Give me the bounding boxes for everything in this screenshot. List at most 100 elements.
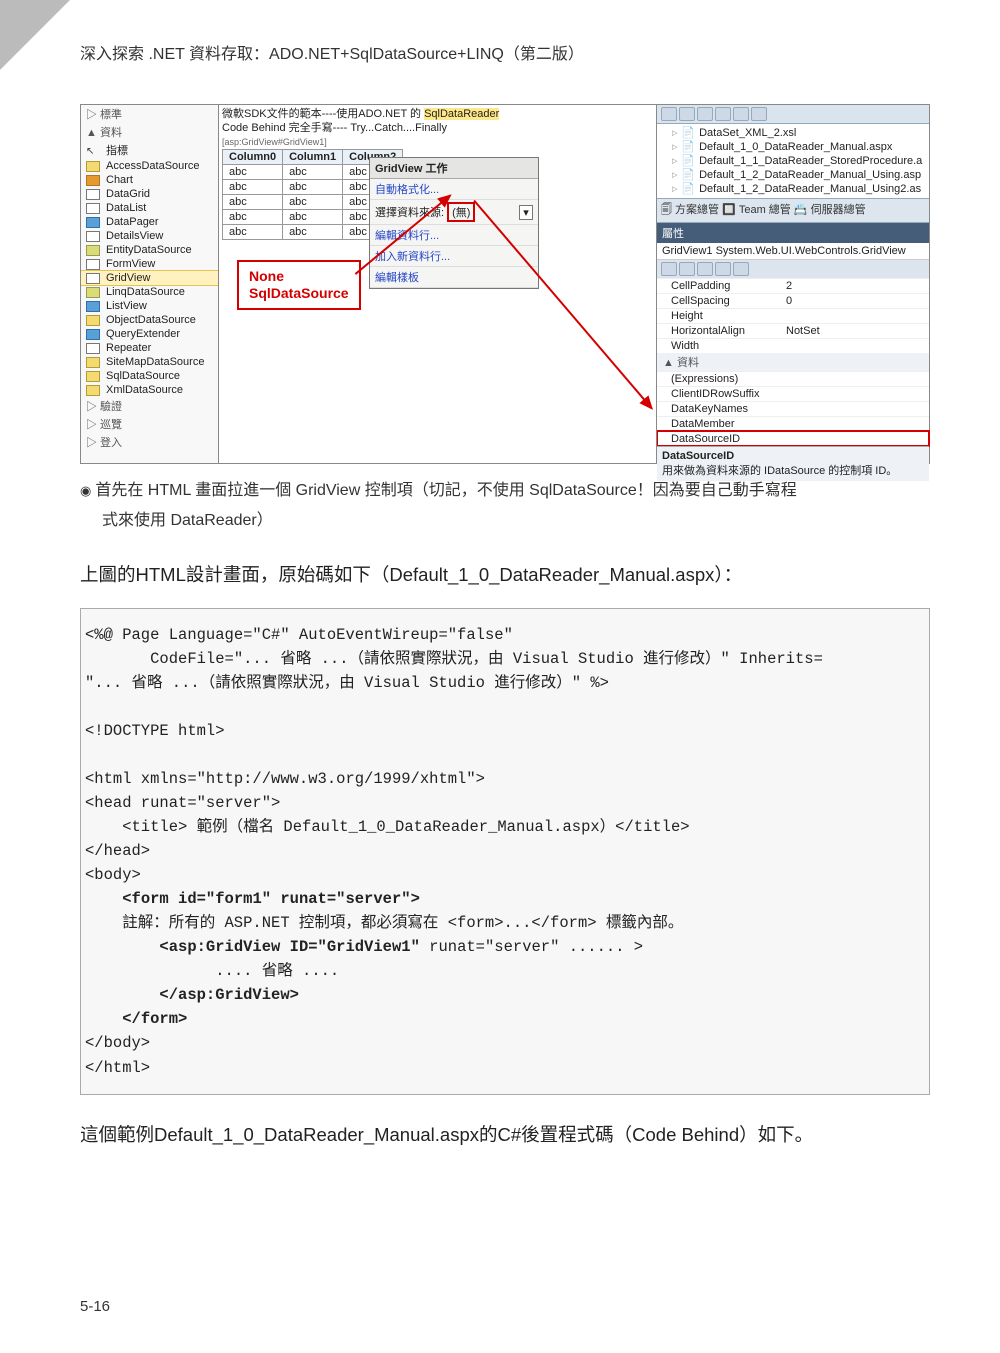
tb-btn[interactable]	[679, 107, 695, 121]
body-para-2: 這個範例Default_1_0_DataReader_Manual.aspx的C…	[80, 1119, 930, 1150]
prop-row[interactable]: DataKeyNames	[657, 401, 929, 416]
prop-row[interactable]: DataMember	[657, 416, 929, 431]
file-item[interactable]: ▷📄 Default_1_2_DataReader_Manual_Using2.…	[660, 182, 926, 196]
prop-desc-text: 用來做為資料來源的 IDataSource 的控制項 ID。	[662, 465, 897, 477]
toolbox-label: AccessDataSource	[106, 160, 200, 172]
gv-cell: abc	[223, 224, 283, 239]
prop-category[interactable]: ▲ 資料	[657, 353, 929, 371]
prop-key: DataSourceID	[671, 433, 786, 445]
prop-row[interactable]: (Expressions)	[657, 371, 929, 386]
grid-icon	[86, 203, 100, 214]
callout-l1: None	[249, 268, 284, 284]
prop-row[interactable]: CellPadding2	[657, 278, 929, 293]
tb-btn[interactable]	[697, 262, 713, 276]
toolbox-label: Repeater	[106, 342, 151, 354]
toolbox-sec-view[interactable]: ▷ 巡覽	[81, 415, 218, 433]
smarttag-autoformat[interactable]: 自動格式化...	[370, 179, 538, 200]
prop-key: Width	[671, 340, 786, 352]
tb-btn[interactable]	[733, 262, 749, 276]
gv-cell: abc	[223, 194, 283, 209]
solution-tabs[interactable]: 🗐 方案總管 🔲 Team 總管 📇 伺服器總管	[657, 198, 929, 223]
toolbox-item[interactable]: SqlDataSource	[81, 369, 218, 383]
tb-btn[interactable]	[733, 107, 749, 121]
prop-key: ClientIDRowSuffix	[671, 388, 786, 400]
file-item[interactable]: ▷📄 DataSet_XML_2.xsl	[660, 126, 926, 140]
tb-btn[interactable]	[751, 107, 767, 121]
properties-grid[interactable]: CellPadding2 CellSpacing0 Height Horizon…	[657, 278, 929, 446]
solution-explorer[interactable]: ▷📄 DataSet_XML_2.xsl ▷📄 Default_1_0_Data…	[657, 124, 929, 198]
smarttag-addrow[interactable]: 加入新資料行...	[370, 246, 538, 267]
toolbox-label: DataGrid	[106, 188, 150, 200]
file-item[interactable]: ▷📄 Default_1_0_DataReader_Manual.aspx	[660, 140, 926, 154]
toolbox-sec-login[interactable]: ▷ 登入	[81, 433, 218, 451]
grid-icon	[86, 273, 100, 284]
smarttag-datasource[interactable]: 選擇資料來源: (無) ▾	[370, 200, 538, 225]
prop-description: DataSourceID 用來做為資料來源的 IDataSource 的控制項 …	[657, 446, 929, 481]
toolbox-item[interactable]: DataPager	[81, 215, 218, 229]
tb-btn[interactable]	[697, 107, 713, 121]
tb-btn[interactable]	[715, 107, 731, 121]
toolbox-item[interactable]: QueryExtender	[81, 327, 218, 341]
chart-icon	[86, 175, 100, 186]
toolbox-item[interactable]: DataGrid	[81, 187, 218, 201]
grid-icon	[86, 189, 100, 200]
solution-toolbar	[657, 105, 929, 124]
dropdown-icon[interactable]: ▾	[519, 205, 533, 220]
smarttag-panel[interactable]: GridView 工作 自動格式化... 選擇資料來源: (無) ▾ 編輯資料行…	[369, 157, 539, 289]
file-item[interactable]: ▷📄 Default_1_2_DataReader_Manual_Using.a…	[660, 168, 926, 182]
prop-val[interactable]: 2	[786, 280, 792, 292]
file-label: Default_1_2_DataReader_Manual_Using.asp	[699, 169, 921, 181]
tb-btn[interactable]	[679, 262, 695, 276]
toolbox-item[interactable]: ListView	[81, 299, 218, 313]
prop-row[interactable]: Height	[657, 308, 929, 323]
corner-decoration	[0, 0, 70, 70]
toolbox-item[interactable]: SiteMapDataSource	[81, 355, 218, 369]
tb-btn[interactable]	[715, 262, 731, 276]
designer-surface[interactable]: 微軟SDK文件的範本----使用ADO.NET 的 SqlDataReader …	[219, 105, 657, 463]
toolbox-label: Chart	[106, 174, 133, 186]
gv-cell: abc	[223, 164, 283, 179]
prop-key: Height	[671, 310, 786, 322]
properties-object[interactable]: GridView1 System.Web.UI.WebControls.Grid…	[657, 243, 929, 260]
toolbox-item[interactable]: DataList	[81, 201, 218, 215]
toolbox-item[interactable]: XmlDataSource	[81, 383, 218, 397]
grid-icon	[86, 343, 100, 354]
toolbox-item-gridview[interactable]: GridView	[81, 271, 218, 285]
toolbox-item[interactable]: FormView	[81, 257, 218, 271]
toolbox-item[interactable]: LinqDataSource	[81, 285, 218, 299]
file-item[interactable]: ▷📄 Default_1_1_DataReader_StoredProcedur…	[660, 154, 926, 168]
toolbox-sec-data[interactable]: ▲ 資料	[81, 123, 218, 141]
prop-row[interactable]: CellSpacing0	[657, 293, 929, 308]
toolbox-item[interactable]: 指標	[81, 141, 218, 159]
designer-subtitle: Code Behind 完全手寫---- Try...Catch....Fina…	[222, 122, 447, 134]
smarttag-editrows[interactable]: 編輯資料行...	[370, 225, 538, 246]
prop-row-datasourceid[interactable]: DataSourceID	[657, 431, 929, 446]
prop-val[interactable]: NotSet	[786, 325, 820, 337]
toolbox-label: GridView	[106, 272, 150, 284]
toolbox-item[interactable]: Repeater	[81, 341, 218, 355]
toolbox-label: DetailsView	[106, 230, 163, 242]
toolbox-item[interactable]: ObjectDataSource	[81, 313, 218, 327]
smarttag-edittpl[interactable]: 編輯樣板	[370, 267, 538, 288]
toolbox-item[interactable]: Chart	[81, 173, 218, 187]
toolbox-sec-drive[interactable]: ▷ 驗證	[81, 397, 218, 415]
toolbox-item[interactable]: DetailsView	[81, 229, 218, 243]
tb-btn[interactable]	[661, 107, 677, 121]
file-label: Default_1_1_DataReader_StoredProcedure.a	[699, 155, 922, 167]
query-icon	[86, 329, 100, 340]
prop-row[interactable]: ClientIDRowSuffix	[657, 386, 929, 401]
pointer-icon	[86, 145, 100, 156]
gv-cell: abc	[283, 209, 343, 224]
toolbox-item[interactable]: AccessDataSource	[81, 159, 218, 173]
prop-row[interactable]: Width	[657, 338, 929, 353]
annotation-callout: None SqlDataSource	[237, 260, 361, 310]
code-block: <%@ Page Language="C#" AutoEventWireup="…	[80, 608, 930, 1094]
toolbox-sec-standard[interactable]: ▷ 標準	[81, 105, 218, 123]
datasource-icon	[86, 161, 100, 172]
prop-val[interactable]: 0	[786, 295, 792, 307]
tb-btn[interactable]	[661, 262, 677, 276]
toolbox-item[interactable]: EntityDataSource	[81, 243, 218, 257]
prop-row[interactable]: HorizontalAlignNotSet	[657, 323, 929, 338]
smarttag-value[interactable]: (無)	[447, 202, 475, 222]
designer-title-highlight: SqlDataReader	[424, 108, 499, 120]
